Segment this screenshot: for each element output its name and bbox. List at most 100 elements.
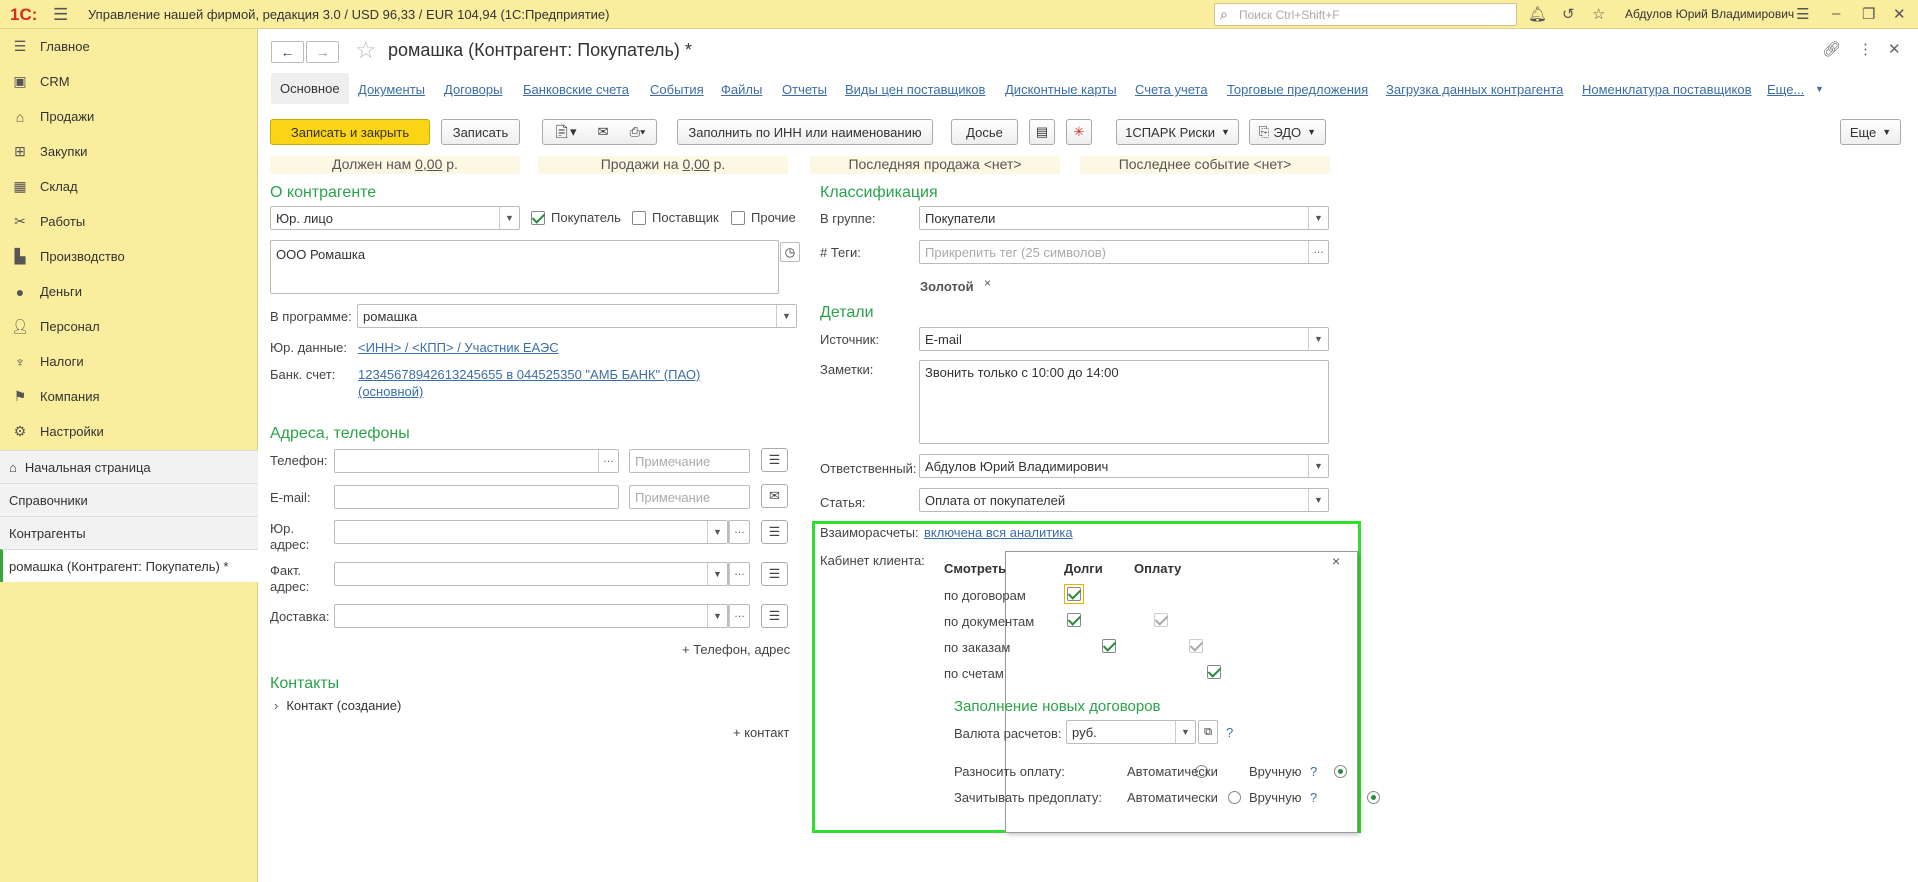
responsible-select[interactable]: Абдулов Юрий Владимирович ▼ [919,454,1329,478]
debts-orders-checkbox[interactable] [1102,639,1117,653]
tab-main[interactable]: Основное [271,73,349,104]
prepay-manual-radio[interactable] [1367,791,1380,804]
summary-owes-value[interactable]: 0,00 [415,156,442,172]
tab-supplier-nomenclature[interactable]: Номенклатура поставщиков [1582,82,1752,97]
more-vertical-icon[interactable]: ⋮ [1858,40,1873,58]
chevron-down-icon[interactable]: ▼ [707,605,727,627]
chevron-down-icon[interactable]: ▼ [1308,489,1328,511]
chevron-right-icon[interactable]: › [274,698,278,713]
sidebar-item-personnel[interactable]: 👤︎ Персонал [0,309,258,344]
history-home[interactable]: ⌂ Начальная страница [0,450,258,483]
tag-remove-icon[interactable]: × [984,276,991,290]
chevron-down-icon[interactable]: ▼ [1308,207,1328,229]
tab-reports[interactable]: Отчеты [782,82,827,97]
prepay-auto-label[interactable]: Автоматически [1127,790,1218,805]
email-icon[interactable]: ✉ [598,124,609,140]
delivery-address-ellipsis[interactable]: … [728,604,750,628]
chevron-down-icon[interactable]: ▼ [776,305,796,327]
distribute-auto-label[interactable]: Автоматически [1127,764,1218,779]
phone-note-input[interactable]: Примечание [629,449,750,473]
sidebar-item-works[interactable]: ✂ Работы [0,204,258,239]
sidebar-item-company[interactable]: ⚑ Компания [0,379,258,414]
tab-bank-accounts[interactable]: Банковские счета [523,82,629,97]
sidebar-item-settings[interactable]: ⚙ Настройки [0,414,258,449]
restore-icon[interactable]: ❐ [1862,5,1875,23]
spark-risks-button[interactable]: 1СПАРК Риски ▼ [1116,119,1239,145]
star-icon[interactable]: ☆ [1592,5,1605,23]
entity-type-select[interactable]: Юр. лицо ▼ [270,206,520,230]
buyer-check[interactable] [531,210,545,225]
history-icon[interactable]: ↺ [1562,5,1575,23]
main-menu-icon[interactable]: ☰ [53,5,68,25]
sidebar-item-production[interactable]: ▙ Производство [0,239,258,274]
search-input[interactable]: ⌕ Поиск Ctrl+Shift+F [1214,3,1517,26]
add-contact-link[interactable]: + контакт [733,725,789,740]
settlements-link[interactable]: включена вся аналитика [924,525,1073,540]
tab-more[interactable]: Еще... [1767,82,1804,97]
tab-more-arrow-icon[interactable]: ▼ [1815,84,1824,94]
chevron-down-icon[interactable]: ▼ [707,521,727,543]
back-button[interactable]: ← [271,41,304,63]
prepay-help-icon[interactable]: ? [1310,790,1317,805]
bank-account-link[interactable]: 12345678942613245655 в 044525350 "АМБ БА… [358,367,700,382]
ellipsis-icon[interactable]: … [729,521,749,543]
distribute-manual-radio[interactable] [1333,765,1347,778]
chevron-down-icon[interactable]: ▼ [707,563,727,585]
sidebar-item-sales[interactable]: ⌂ Продажи [0,99,258,134]
save-button[interactable]: Записать [441,119,520,145]
buyer-checkbox[interactable]: Покупатель [531,210,621,225]
chevron-down-icon[interactable]: ▼ [1308,328,1328,350]
supplier-check[interactable] [632,210,646,225]
tab-accounts[interactable]: Счета учета [1135,82,1208,97]
history-references[interactable]: Справочники [0,483,258,516]
tab-contracts[interactable]: Договоры [444,82,502,97]
tab-documents[interactable]: Документы [358,82,425,97]
sidebar-item-warehouse[interactable]: ▦ Склад [0,169,258,204]
fact-address-input[interactable]: ▼ [334,562,728,586]
tab-trade-offers[interactable]: Торговые предложения [1227,82,1368,97]
article-select[interactable]: Оплата от покупателей ▼ [919,488,1329,512]
forward-button[interactable]: → [306,41,339,63]
notes-textarea[interactable]: Звонить только с 10:00 до 14:00 [919,360,1329,444]
minimize-icon[interactable]: – [1832,5,1840,22]
spark-icon[interactable]: ✳ [1066,119,1092,145]
link-icon[interactable]: 🔗︎ [1822,40,1841,58]
popup-close-icon[interactable]: × [1332,553,1340,569]
currency-help-icon[interactable]: ? [1226,725,1233,740]
favorite-star-icon[interactable]: ☆ [355,36,377,65]
tab-data-load[interactable]: Загрузка данных контрагента [1386,82,1563,97]
legal-data-link[interactable]: <ИНН> / <КПП> / Участник ЕАЭС [358,340,559,355]
full-name-field[interactable]: ООО Ромашка [270,240,779,294]
tab-discount-cards[interactable]: Дисконтные карты [1005,82,1117,97]
currency-select[interactable]: руб. ▼ [1066,720,1196,744]
sidebar-item-money[interactable]: ● Деньги [0,274,258,309]
email-envelope-icon[interactable]: ✉ [761,484,788,508]
group-select[interactable]: Покупатели ▼ [919,206,1329,230]
print-icon[interactable]: ⎙▾ [630,124,646,140]
dossier-button[interactable]: Досье [951,119,1018,145]
supplier-checkbox[interactable]: Поставщик [632,210,719,225]
fill-by-inn-button[interactable]: Заполнить по ИНН или наименованию [677,119,933,145]
report-icon[interactable]: ▤ [1029,119,1055,145]
tag-golden[interactable]: Золотой [920,279,974,294]
save-close-button[interactable]: Записать и закрыть [270,119,430,145]
sidebar-item-main[interactable]: ☰ Главное [0,29,258,64]
create-print-group[interactable]: 📄︎▾ ✉ ⎙▾ [542,119,657,145]
delivery-address-input[interactable]: ▼ [334,604,728,628]
more-button[interactable]: Еще ▼ [1840,119,1901,145]
debts-contracts-checkbox[interactable] [1067,587,1081,601]
tags-input[interactable]: Прикрепить тег (25 символов)… [919,240,1329,264]
debts-contracts-checkbox-wrap[interactable] [1064,584,1084,604]
sidebar-item-taxes[interactable]: ♆ Налоги [0,344,258,379]
fact-address-filter-icon[interactable]: ☰ [761,562,788,586]
legal-address-ellipsis[interactable]: … [728,520,750,544]
edo-button[interactable]: ⎘ ЭДО ▼ [1249,119,1326,145]
phone-input[interactable]: … [334,449,619,473]
close-icon[interactable]: ✕ [1893,5,1906,23]
currency-open-icon[interactable]: ⧉ [1198,720,1218,744]
name-history-icon[interactable]: ◷ [780,242,800,262]
delivery-filter-icon[interactable]: ☰ [761,604,788,628]
tab-events[interactable]: События [650,82,704,97]
form-close-icon[interactable]: ✕ [1888,40,1901,58]
create-based-icon[interactable]: 📄︎▾ [554,124,577,140]
